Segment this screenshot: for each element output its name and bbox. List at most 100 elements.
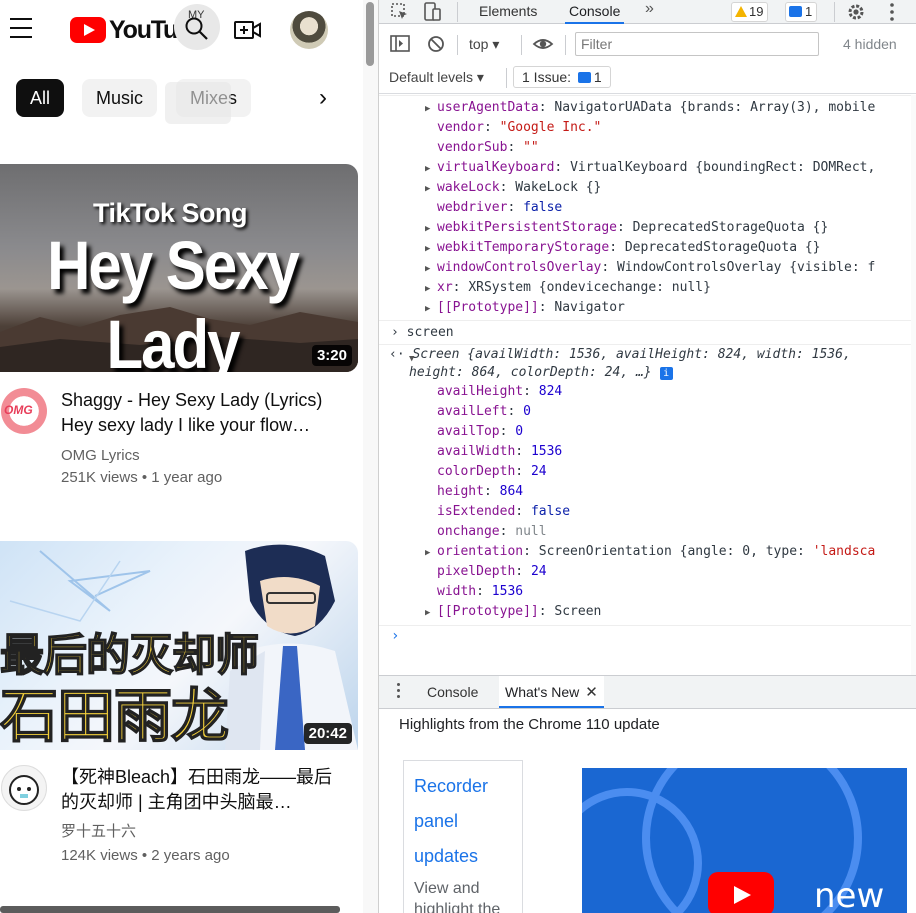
property-value-number: 1536 — [530, 444, 563, 459]
console-property-line[interactable]: ▶ [[Prototype]]: Screen — [425, 602, 601, 622]
console-result-summary[interactable]: ‹· Screen {availWidth: 1536, availHeight… — [389, 345, 851, 365]
tab-console[interactable]: Console — [565, 0, 625, 24]
warnings-count: 19 — [749, 4, 764, 19]
property-separator: : — [507, 140, 524, 155]
create-video-icon[interactable] — [234, 18, 262, 42]
property-key: userAgentData — [437, 100, 539, 115]
console-divider — [379, 320, 916, 321]
page-scrollbar-thumb[interactable] — [366, 2, 374, 66]
collapse-arrow-icon[interactable]: ▼ — [409, 354, 421, 364]
expand-arrow-icon[interactable]: ▶ — [425, 543, 437, 563]
property-value: NavigatorUAData {brands: Array(3), mobil… — [554, 100, 876, 115]
console-property-line[interactable]: ▶ webkitTemporaryStorage: DeprecatedStora… — [425, 238, 821, 258]
whats-new-link-3[interactable]: updates — [414, 839, 512, 874]
property-separator: : — [515, 504, 531, 519]
live-expression-eye-icon[interactable] — [532, 33, 554, 55]
property-key: availHeight — [437, 384, 524, 399]
expand-arrow-icon[interactable]: ▶ — [425, 239, 437, 259]
property-value: ScreenOrientation {angle: 0, type: — [538, 544, 813, 559]
chip-music[interactable]: Music — [82, 79, 158, 117]
console-filter-input[interactable] — [575, 32, 819, 56]
property-separator: : — [554, 160, 571, 175]
devtools-pane: Elements Console » 19 1 top ▾ Filter 4 h… — [378, 0, 916, 913]
whats-new-link-2[interactable]: panel — [414, 804, 512, 839]
close-icon[interactable]: ✕ — [585, 684, 598, 701]
console-divider — [379, 95, 916, 96]
page-scrollbar[interactable] — [363, 0, 378, 913]
console-property-line[interactable]: ▶ wakeLock: WakeLock {} — [425, 178, 601, 198]
console-output[interactable]: ▶ userAgentData: NavigatorUAData {brands:… — [379, 95, 916, 675]
video-title[interactable]: 【死神Bleach】石田雨龙——最后的灭却师 | 主角团中头脑最… — [61, 765, 341, 815]
settings-gear-icon[interactable] — [845, 1, 867, 23]
console-property-line[interactable]: ▶ xr: XRSystem {ondevicechange: null} — [425, 278, 711, 298]
search-button[interactable]: MY — [174, 4, 220, 50]
property-separator: : — [609, 240, 625, 255]
expand-arrow-icon[interactable]: ▶ — [425, 159, 437, 179]
log-levels-dropdown[interactable]: Default levels ▾ — [389, 63, 484, 91]
channel-avatar[interactable] — [1, 765, 47, 811]
context-selector[interactable]: top ▾ — [469, 30, 499, 58]
expand-arrow-icon[interactable]: ▶ — [425, 179, 437, 199]
drawer-tab-whats-new[interactable]: What's New ✕ — [499, 676, 604, 708]
property-value-number: 0 — [523, 404, 531, 419]
expand-arrow-icon[interactable]: ▶ — [425, 603, 437, 623]
video-stats: 124K views • 2 years ago — [61, 847, 230, 864]
console-result-summary-line2[interactable]: height: 864, colorDepth: 24, …} i — [409, 363, 673, 383]
expand-arrow-icon[interactable]: ▶ — [425, 219, 437, 239]
input-prompt-icon: › — [391, 325, 407, 340]
property-key: [[Prototype]] — [437, 300, 539, 315]
inspect-element-icon[interactable] — [389, 1, 411, 23]
chip-all[interactable]: All — [16, 79, 65, 117]
expand-arrow-icon[interactable]: ▶ — [425, 279, 437, 299]
device-toolbar-icon[interactable] — [421, 1, 443, 23]
console-property-line[interactable]: ▶ webkitPersistentStorage: DeprecatedStor… — [425, 218, 828, 238]
clear-console-icon[interactable] — [425, 33, 447, 55]
console-property-line: vendor: "Google Inc." — [425, 118, 601, 138]
chevron-right-icon[interactable]: › — [305, 80, 341, 118]
input-command: screen — [406, 325, 454, 340]
console-property-line[interactable]: ▶ userAgentData: NavigatorUAData {brands:… — [425, 98, 875, 118]
video-thumbnail-2[interactable]: 最后的灭却师 石田雨龙 20:42 — [0, 541, 358, 750]
messages-count: 1 — [805, 4, 813, 19]
messages-counter[interactable]: 1 — [785, 2, 818, 22]
property-value-number: 0 — [515, 424, 524, 439]
youtube-play-icon — [70, 17, 106, 43]
video-thumbnail-1[interactable]: TikTok Song Hey Sexy Lady 3:20 — [0, 164, 358, 372]
property-separator: : — [538, 300, 555, 315]
tab-elements[interactable]: Elements — [475, 0, 541, 24]
drawer-menu-icon[interactable] — [397, 683, 401, 701]
expand-arrow-icon[interactable]: ▶ — [425, 299, 437, 319]
drawer-tab-whats-new-label: What's New — [505, 684, 580, 700]
property-key: availTop — [437, 424, 500, 439]
message-icon — [789, 6, 802, 17]
console-property-line[interactable]: ▶ virtualKeyboard: VirtualKeyboard {bound… — [425, 158, 875, 178]
warnings-counter[interactable]: 19 — [731, 2, 769, 22]
issues-button[interactable]: 1 Issue: 1 — [513, 66, 611, 88]
more-tabs-icon[interactable]: » — [645, 0, 654, 18]
expand-arrow-icon[interactable]: ▶ — [425, 259, 437, 279]
youtube-play-icon — [708, 872, 774, 913]
kebab-menu-icon[interactable] — [881, 1, 903, 23]
property-separator: : — [617, 220, 633, 235]
console-prompt-icon[interactable]: › — [391, 628, 399, 644]
thumbnail-title: Hey Sexy Lady — [47, 226, 300, 372]
property-separator: : — [452, 280, 469, 295]
devtools-tabbar: Elements Console » 19 1 — [379, 0, 916, 24]
console-property-line[interactable]: ▶ [[Prototype]]: Navigator — [425, 298, 625, 318]
console-property-line[interactable]: ▶ windowControlsOverlay: WindowControlsOv… — [425, 258, 875, 278]
info-icon[interactable]: i — [659, 367, 673, 380]
console-property-line: width: 1536 — [425, 582, 523, 602]
whats-new-banner-image[interactable]: new — [582, 768, 907, 913]
menu-icon[interactable] — [10, 18, 34, 38]
expand-arrow-icon[interactable]: ▶ — [425, 99, 437, 119]
user-avatar[interactable] — [290, 11, 328, 49]
channel-avatar[interactable]: OMG — [1, 388, 47, 434]
sidebar-toggle-icon[interactable] — [389, 33, 411, 55]
console-scrollbar[interactable] — [911, 95, 916, 675]
drawer-tab-console[interactable]: Console — [421, 676, 484, 708]
whats-new-link-1[interactable]: Recorder — [414, 769, 512, 804]
property-key: width — [437, 584, 477, 599]
drag-ghost — [165, 82, 231, 124]
video-title[interactable]: Shaggy - Hey Sexy Lady (Lyrics) Hey sexy… — [61, 388, 341, 438]
console-property-line[interactable]: ▶ orientation: ScreenOrientation {angle: … — [425, 542, 875, 562]
